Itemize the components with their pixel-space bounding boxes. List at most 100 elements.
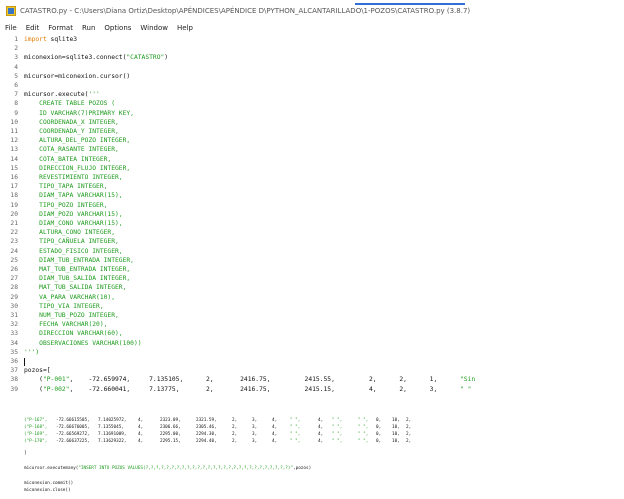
data-cell: 4, [138,425,144,430]
code-token: COTA_BATEA INTEGER, [24,155,112,163]
line-number: 3 [14,54,18,62]
code-line: 21 DIAM_CONO VARCHAR(15), [0,219,624,228]
line-number: 36 [10,358,18,365]
code-line: 23 TIPO_CAÑUELA INTEGER, [0,237,624,246]
code-token: DIAM_POZO VARCHAR(15), [24,210,123,218]
code-token: miconexion=sqlite3.connect( [24,54,127,62]
data-cell: 7.13691009, [98,432,127,437]
code-text: DIAM_POZO VARCHAR(15), [24,210,123,219]
line-number: 28 [10,284,18,292]
data-cell: ("P-170", [24,439,48,444]
code-token: pozos=[ [24,367,51,375]
data-cell: -72.66676005, [56,425,90,430]
data-cell: 4, [138,418,144,423]
line-number: 5 [14,72,18,80]
data-cell: 2294.30, [196,432,217,437]
code-line: 7 micursor.execute(''' [0,90,624,99]
line-number: 12 [10,137,18,145]
code-token: CREATE TABLE POZOS ( [24,100,115,108]
data-cell: 2323.09, [160,418,181,423]
code-token: "P-002" [42,385,70,393]
line-number: 31 [10,312,18,319]
menu-edit[interactable]: Edit [26,24,40,32]
code-token: DIAM_CONO VARCHAR(15), [24,220,123,227]
code-editor[interactable]: 1 import sqlite3 2 3 miconexion=sqlite3.conn… [0,35,624,407]
data-cell: " ", [332,432,343,437]
code-text: micursor.execute(''' [24,90,100,99]
data-cell: 4, [272,425,278,430]
code-token: NUM_TUB_POZO INTEGER, [24,312,119,319]
code-editor-lower[interactable]: ("P-167", -72.66615505, 7.14025972, 4, 2323.… [0,417,624,499]
line-number: 26 [10,266,18,273]
data-cell: -72.66569272, [56,432,90,437]
data-cell: 2295.15, [160,439,181,444]
line-number: 19 [10,201,18,209]
code-token: DIAM_TUB_SALIDA INTEGER, [24,275,131,283]
code-token: ALTURA_CONO INTEGER, [24,229,115,237]
code-text: CREATE TABLE POZOS ( [24,99,115,108]
menu-format[interactable]: Format [48,24,73,32]
line-number: 6 [14,82,18,89]
code-text: micursor=miconexion.cursor() [24,72,130,81]
close-line: miconexion.close() [24,487,71,494]
code-token: TIPO_CAÑUELA INTEGER, [24,238,119,246]
data-cell: " ", [358,432,369,437]
code-line: 20 DIAM_POZO VARCHAR(15), [0,210,624,219]
data-cell: " ", [332,418,343,423]
line-number: 34 [10,339,18,347]
code-token: micursor.execute( [24,91,89,99]
code-token: micursor=miconexion.cursor() [24,72,131,80]
code-token: miconexion.close() [24,488,71,493]
menu-run[interactable]: Run [82,24,95,32]
code-token: "P-001" [42,376,70,384]
data-cell: " ", [290,432,301,437]
data-cell: 7.1355045, [98,425,124,430]
data-cell: 2306.66, [160,425,181,430]
code-line: 36 [0,357,624,366]
data-cell: ("P-168", [24,425,48,430]
code-token: FECHA VARCHAR(20), [24,321,108,329]
menu-window[interactable]: Window [140,24,168,32]
menu-file[interactable]: File [5,24,17,32]
code-text: NUM_TUB_POZO INTEGER, [24,311,119,320]
data-cell: " ", [332,425,343,430]
data-cell: 4, [272,432,278,437]
code-line: 17 TIPO_TAPA INTEGER, [0,182,624,191]
code-line: 2 [0,44,624,53]
code-token: " " [460,385,472,393]
data-cell: 0, [376,432,382,437]
line-number: 8 [14,100,18,108]
code-text: miconexion=sqlite3.connect("CATASTRO") [24,53,168,62]
code-line: 34 OBSERVACIONES VARCHAR(100)) [0,339,624,348]
line-number: 13 [10,146,18,154]
line-number: 29 [10,293,18,301]
code-text: DIRECCION VARCHAR(60), [24,329,122,338]
line-number: 11 [10,128,18,135]
code-token: ( [24,376,43,384]
line-number: 30 [10,302,18,310]
data-cell: 4, [318,432,324,437]
menu-help[interactable]: Help [177,24,193,32]
code-token: TIPO_VIA INTEGER, [24,302,104,310]
code-text: OBSERVACIONES VARCHAR(100)) [24,339,141,348]
data-cell: 2295.00, [160,432,181,437]
data-cell: 7.13629322, [98,439,127,444]
code-token: "INSERT INTO POZOS VALUES(?,?,?,?,?,?,?,… [78,466,294,471]
code-text: TIPO_VIA INTEGER, [24,302,104,311]
code-line: 4 [0,63,624,72]
data-cell: ("P-169", [24,432,48,437]
code-text: COORDENADA_X INTEGER, [24,118,119,127]
code-text: ID VARCHAR(7)PRIMARY KEY, [24,109,134,118]
code-token: import [24,36,47,43]
code-text: pozos=[ [24,366,51,375]
data-cell: 2, [232,439,238,444]
code-text: DIAM_TUB_ENTRADA INTEGER, [24,256,134,265]
data-cell: " ", [290,425,301,430]
menu-options[interactable]: Options [104,24,131,32]
title-accent-bar [355,3,465,5]
data-cell: 2, [406,432,412,437]
line-number: 10 [10,118,18,126]
code-token: "CATASTRO" [126,54,165,62]
code-text: import sqlite3 [24,35,77,44]
code-token: ID VARCHAR(7)PRIMARY KEY, [24,109,134,117]
